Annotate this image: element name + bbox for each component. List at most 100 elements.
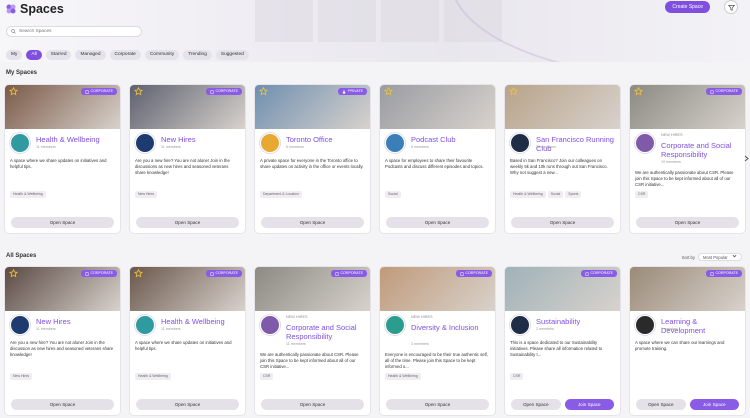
space-tags: Social xyxy=(385,191,401,198)
space-description: Are you a new hire? You are not alone! J… xyxy=(135,158,230,175)
filter-chip-all[interactable]: All xyxy=(26,50,42,60)
open-space-button[interactable]: Open Space xyxy=(636,217,739,228)
search-input[interactable] xyxy=(19,29,139,34)
space-card[interactable]: CORPORATE New Hires 11 members Are you a… xyxy=(129,84,246,234)
space-card[interactable]: San Francisco Running Club 28 members Ba… xyxy=(504,84,621,234)
space-description: A space where we share updates on initia… xyxy=(135,340,232,351)
open-space-button[interactable]: Open Space xyxy=(136,399,239,410)
space-tag: Social xyxy=(547,191,564,198)
space-avatar xyxy=(385,133,405,153)
space-name[interactable]: Podcast Club xyxy=(411,135,491,144)
member-count: 9 members xyxy=(411,145,429,149)
open-space-button[interactable]: Open Space xyxy=(636,399,686,410)
filter-chip-starred[interactable]: Starred xyxy=(45,50,72,60)
space-card[interactable]: CORPORATE NEW HIRES Diversity & Inclusio… xyxy=(379,266,496,416)
space-card[interactable]: CORPORATE New Hires 11 members Are you a… xyxy=(4,266,121,416)
filter-button[interactable] xyxy=(724,0,738,14)
space-card[interactable]: CORPORATE NEW HIRES Corporate and Social… xyxy=(629,84,746,234)
star-icon[interactable] xyxy=(259,87,268,96)
open-space-button[interactable]: Open Space xyxy=(386,399,489,410)
space-name[interactable]: San Francisco Running Club xyxy=(536,135,616,153)
star-icon[interactable] xyxy=(134,87,143,96)
filter-chip-managed[interactable]: Managed xyxy=(75,50,106,60)
star-icon[interactable] xyxy=(384,87,393,96)
filter-chip-trending[interactable]: Trending xyxy=(183,50,212,60)
star-icon[interactable] xyxy=(634,87,643,96)
sort-select[interactable]: Most Popular xyxy=(698,253,742,261)
space-name[interactable]: Corporate and Social Responsibility xyxy=(286,323,366,341)
star-icon[interactable] xyxy=(9,87,18,96)
space-tags: CSR xyxy=(260,373,274,380)
space-kicker: NEW HIRES xyxy=(661,133,683,137)
member-count: 11 members xyxy=(161,145,181,149)
space-description: This is a space dedicated to our Sustain… xyxy=(510,340,603,357)
space-name[interactable]: Toronto Office xyxy=(286,135,366,144)
space-tag: Health & Wellbeing xyxy=(385,373,421,380)
join-space-button[interactable]: Join Space xyxy=(564,399,614,410)
space-name[interactable]: Diversity & Inclusion xyxy=(411,323,491,332)
space-tag: New Hires xyxy=(135,191,158,198)
space-tag: CSR xyxy=(510,373,524,380)
building-icon xyxy=(710,271,713,276)
sort-control: Sort by Most Popular xyxy=(682,253,742,261)
open-space-button[interactable]: Open Space xyxy=(511,399,561,410)
filter-chip-community[interactable]: Community xyxy=(144,50,180,60)
space-avatar xyxy=(135,133,155,153)
space-name[interactable]: Corporate and Social Responsibility xyxy=(661,141,741,159)
building-icon xyxy=(710,89,713,94)
star-icon[interactable] xyxy=(134,269,143,278)
space-name[interactable]: Learning & Development xyxy=(661,317,741,335)
space-card[interactable]: PRIVATE Toronto Office 5 members A priva… xyxy=(254,84,371,234)
space-kicker: NEW HIRES xyxy=(286,315,308,319)
create-space-button[interactable]: Create Space xyxy=(665,1,710,13)
filter-chip-my[interactable]: My xyxy=(6,50,23,60)
space-card[interactable]: CORPORATE Health & Wellbeing 11 members … xyxy=(4,84,121,234)
space-name[interactable]: New Hires xyxy=(161,135,241,144)
space-avatar xyxy=(10,133,30,153)
building-icon xyxy=(85,271,88,276)
open-space-button[interactable]: Open Space xyxy=(386,217,489,228)
member-count: 2 members xyxy=(536,327,554,331)
space-card[interactable]: Podcast Club 9 members A space for emplo… xyxy=(379,84,496,234)
badge-label: CORPORATE xyxy=(465,271,489,275)
space-tag: Social xyxy=(385,191,401,198)
space-description: Everyone is encouraged to be their true … xyxy=(385,352,488,369)
space-card[interactable]: CORPORATE NEW HIRES Corporate and Social… xyxy=(254,266,371,416)
space-tags: Health & Wellbeing xyxy=(10,191,46,198)
open-space-button[interactable]: Open Space xyxy=(136,217,239,228)
space-cover-image xyxy=(505,85,620,129)
badge-label: CORPORATE xyxy=(215,271,239,275)
space-name[interactable]: New Hires xyxy=(36,317,116,326)
space-tags: Department & Location xyxy=(260,191,302,198)
star-icon[interactable] xyxy=(9,269,18,278)
star-icon[interactable] xyxy=(509,87,518,96)
space-card[interactable]: CORPORATE Sustainability 2 members This … xyxy=(504,266,621,416)
card-actions: Open Space Join Space xyxy=(636,399,739,410)
search-bar[interactable] xyxy=(6,26,142,37)
space-card[interactable]: CORPORATE Health & Wellbeing 11 members … xyxy=(129,266,246,416)
open-space-button[interactable]: Open Space xyxy=(261,399,364,410)
join-space-button[interactable]: Join Space xyxy=(689,399,739,410)
open-space-button[interactable]: Open Space xyxy=(11,217,114,228)
my-spaces-heading: My Spaces xyxy=(6,70,38,76)
space-avatar xyxy=(135,315,155,335)
scroll-right-arrow[interactable] xyxy=(742,153,750,163)
space-name[interactable]: Health & Wellbeing xyxy=(36,135,116,144)
open-space-button[interactable]: Open Space xyxy=(261,217,364,228)
space-description: A space where we share updates on initia… xyxy=(10,158,107,169)
space-card[interactable]: CORPORATE Learning & Development 1 membe… xyxy=(629,266,746,416)
space-tag: Health & Wellbeing xyxy=(510,191,546,198)
open-space-button[interactable]: Open Space xyxy=(511,217,614,228)
member-count: 11 members xyxy=(36,145,56,149)
card-actions: Open Space Join Space xyxy=(511,399,614,410)
space-tag: New Hires xyxy=(10,373,33,380)
space-avatar xyxy=(260,133,280,153)
filter-chip-corporate[interactable]: Corporate xyxy=(109,50,141,60)
spaces-logo-icon xyxy=(6,4,16,14)
open-space-button[interactable]: Open Space xyxy=(11,399,114,410)
filter-chip-suggested[interactable]: Suggested xyxy=(215,50,249,60)
space-tag: Health & Wellbeing xyxy=(10,191,46,198)
space-name[interactable]: Sustainability xyxy=(536,317,616,326)
space-name[interactable]: Health & Wellbeing xyxy=(161,317,241,326)
chevron-right-icon xyxy=(744,155,749,161)
